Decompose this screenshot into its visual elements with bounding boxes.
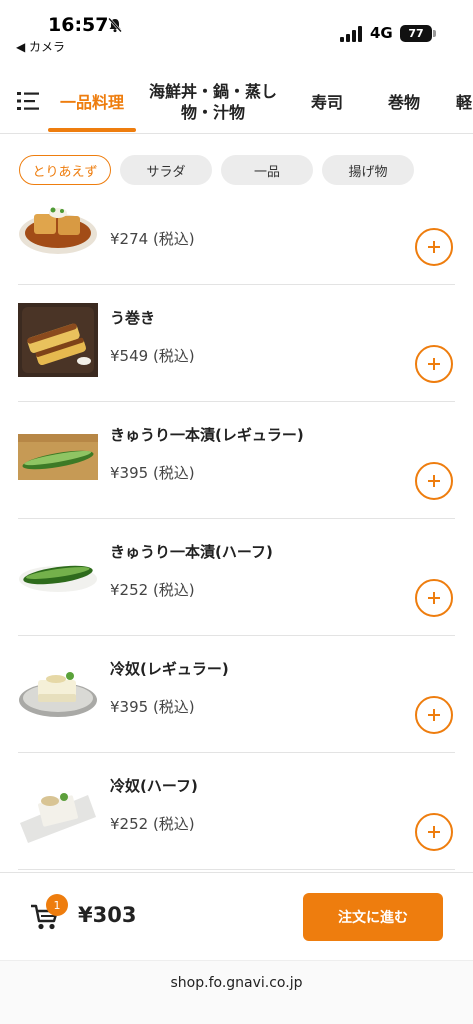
back-to-camera-link[interactable]: ◀ カメラ <box>16 38 65 55</box>
item-price: ¥395 (税込) <box>110 464 195 482</box>
tab-ippin-ryori[interactable]: 一品料理 <box>48 70 136 133</box>
add-item-button[interactable] <box>415 579 453 617</box>
item-name: きゅうり一本漬(レギュラー) <box>110 426 304 444</box>
plus-icon <box>428 358 440 370</box>
cart-count-badge: 1 <box>46 894 68 916</box>
tab-sushi[interactable]: 寿司 <box>295 70 359 133</box>
plus-icon <box>428 475 440 487</box>
item-name: う巻き <box>110 309 156 327</box>
tab-makimono[interactable]: 巻物 <box>372 70 436 133</box>
chip-salad[interactable]: サラダ <box>120 155 212 185</box>
add-item-button[interactable] <box>415 228 453 266</box>
add-item-button[interactable] <box>415 813 453 851</box>
item-price: ¥274 (税込) <box>110 230 195 248</box>
add-item-button[interactable] <box>415 462 453 500</box>
active-tab-indicator <box>48 128 136 132</box>
status-time: 16:57 <box>48 14 109 36</box>
item-photo-hiyayakko-half <box>18 771 98 845</box>
add-item-button[interactable] <box>415 696 453 734</box>
menu-list-icon[interactable] <box>16 90 40 112</box>
plus-icon <box>428 826 440 838</box>
browser-url-bar[interactable]: shop.fo.gnavi.co.jp <box>0 960 473 1024</box>
category-tab-bar: 一品料理 海鮮丼・鍋・蒸し物・汁物 寿司 巻物 軽 <box>0 70 473 134</box>
cart-total: ¥303 <box>78 903 137 927</box>
menu-item-list: ¥274 (税込) う巻き ¥549 (税込) きゅうり一本漬(レギュラー) ¥… <box>0 204 473 872</box>
tab-kaisendon[interactable]: 海鮮丼・鍋・蒸し物・汁物 <box>140 70 286 133</box>
chip-toriaezu[interactable]: とりあえず <box>19 155 111 185</box>
battery-tip <box>433 30 436 37</box>
item-photo-cucumber <box>18 420 98 494</box>
item-price: ¥252 (税込) <box>110 581 195 599</box>
list-item[interactable]: う巻き ¥549 (税込) <box>0 285 473 402</box>
cart-bar: 1 ¥303 注文に進む <box>0 872 473 960</box>
item-name: 冷奴(レギュラー) <box>110 660 229 678</box>
item-price: ¥395 (税込) <box>110 698 195 716</box>
network-type: 4G <box>370 24 393 42</box>
list-item[interactable]: きゅうり一本漬(レギュラー) ¥395 (税込) <box>0 402 473 519</box>
list-item[interactable]: ¥274 (税込) <box>0 204 473 285</box>
chip-agemono[interactable]: 揚げ物 <box>322 155 414 185</box>
chip-ippin[interactable]: 一品 <box>221 155 313 185</box>
item-photo-agedashi-tofu <box>18 204 98 260</box>
signal-icon <box>340 26 362 42</box>
item-photo-hiyayakko <box>18 654 98 728</box>
item-divider <box>18 869 455 870</box>
plus-icon <box>428 592 440 604</box>
item-photo-cucumber-half <box>18 537 98 611</box>
url-text: shop.fo.gnavi.co.jp <box>170 975 303 991</box>
item-name: きゅうり一本漬(ハーフ) <box>110 543 273 561</box>
add-item-button[interactable] <box>415 345 453 383</box>
subcategory-chip-row: とりあえず サラダ 一品 揚げ物 <box>0 134 473 204</box>
battery-level: 77 <box>400 25 432 42</box>
tab-next-partial[interactable]: 軽 <box>456 70 473 133</box>
item-photo-umaki <box>18 303 98 377</box>
item-price: ¥549 (税込) <box>110 347 195 365</box>
item-name: 冷奴(ハーフ) <box>110 777 198 795</box>
list-item[interactable]: 冷奴(ハーフ) ¥252 (税込) <box>0 753 473 870</box>
item-price: ¥252 (税込) <box>110 815 195 833</box>
list-item[interactable]: きゅうり一本漬(ハーフ) ¥252 (税込) <box>0 519 473 636</box>
list-item[interactable]: 冷奴(レギュラー) ¥395 (税込) <box>0 636 473 753</box>
proceed-to-order-button[interactable]: 注文に進む <box>303 893 443 941</box>
plus-icon <box>428 709 440 721</box>
status-bar: 16:57 ◀ カメラ 4G 77 <box>0 0 473 58</box>
bell-slash-icon <box>108 17 122 33</box>
plus-icon <box>428 241 440 253</box>
